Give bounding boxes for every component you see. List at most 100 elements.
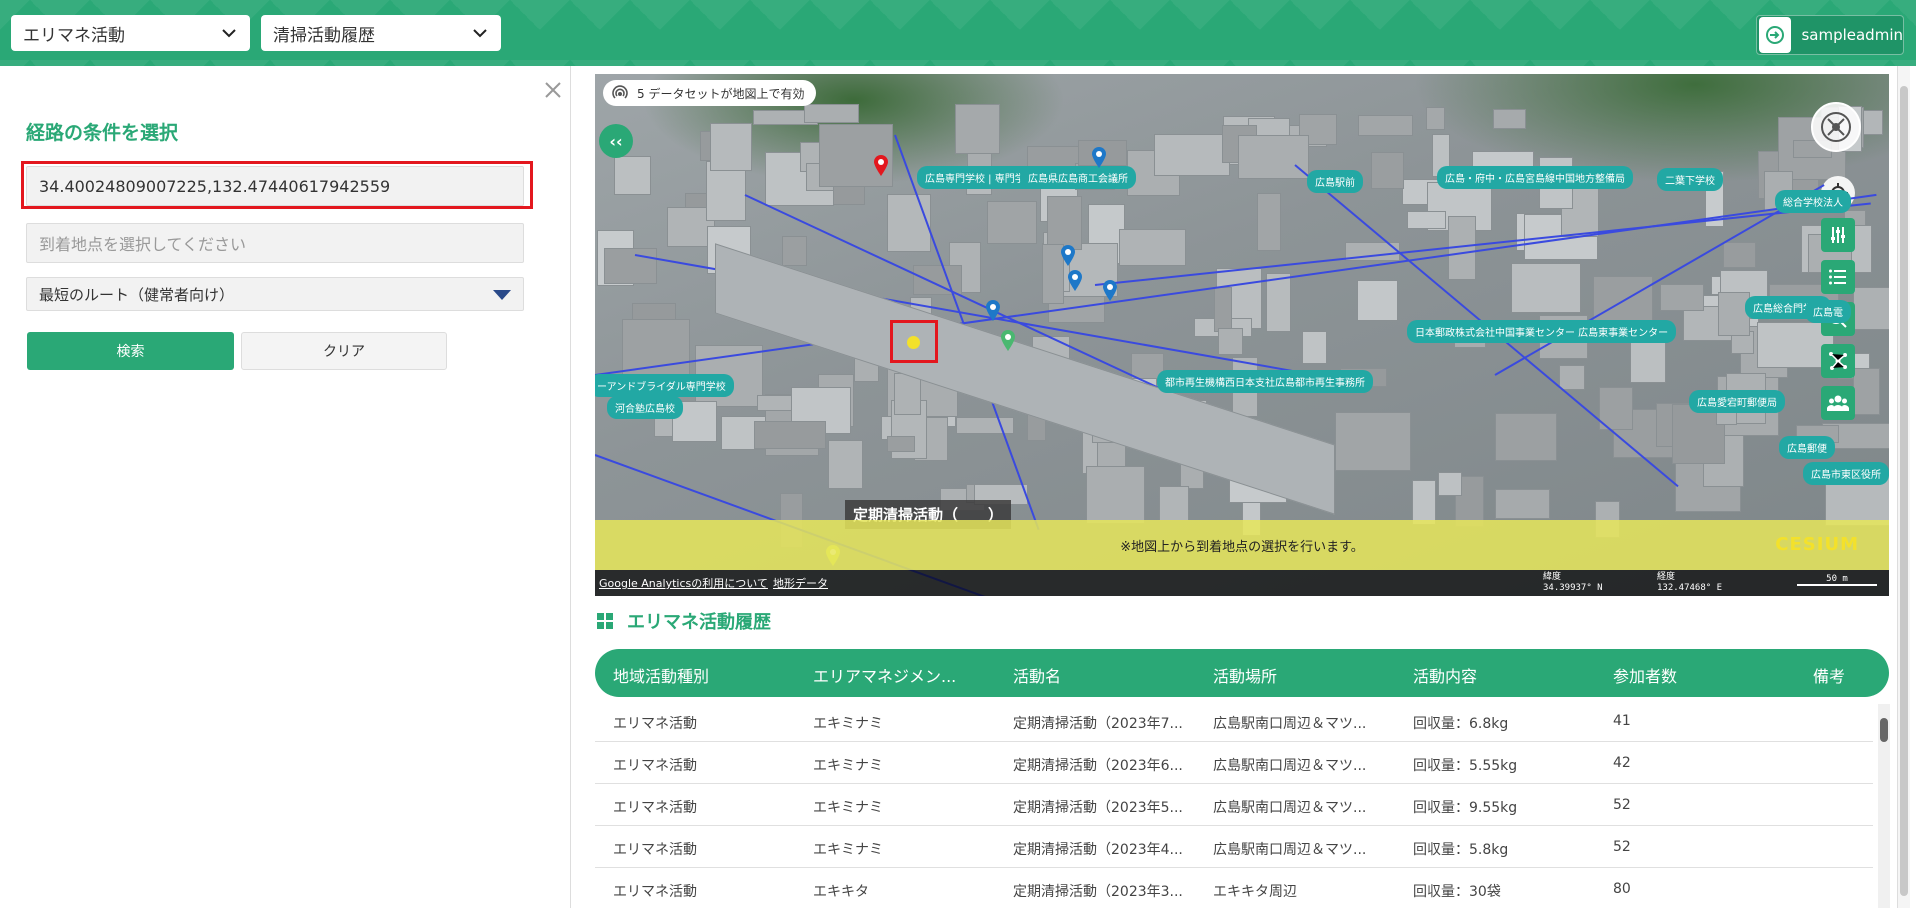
destination-input[interactable]: 到着地点を選択してください <box>26 223 524 263</box>
map-building <box>1659 284 1705 312</box>
compass-icon[interactable] <box>1811 102 1861 152</box>
column-header[interactable]: 活動場所 <box>1213 663 1277 687</box>
table-cell: エリマネ活動 <box>613 842 697 858</box>
map-place-label[interactable]: 河合塾広島校 <box>607 396 683 419</box>
map-place-label[interactable]: 広島愛宕町郵便局 <box>1689 390 1785 413</box>
table-cell: 52 <box>1613 797 1631 813</box>
layer-settings-button[interactable] <box>1821 218 1855 252</box>
table-cell: 回収量：6.8kg <box>1413 716 1509 732</box>
page-scrollbar[interactable] <box>1897 66 1910 908</box>
users-button[interactable] <box>1821 386 1855 420</box>
collapse-panel-button[interactable]: ‹‹ <box>599 124 633 158</box>
map-place-label[interactable]: 広島市東区役所 <box>1803 462 1889 485</box>
analytics-link[interactable]: Google Analyticsの利用について <box>599 575 768 591</box>
table-scrollbar[interactable] <box>1878 704 1890 908</box>
map-place-label[interactable]: 広島・府中・広島宮島線中国地方整備局 <box>1437 166 1633 189</box>
cesium-logo: CESIUM <box>1775 534 1859 555</box>
close-icon[interactable] <box>541 78 565 102</box>
map-place-label[interactable]: ーアンドブライダル専門学校 <box>595 374 734 397</box>
table-row[interactable]: エリマネ活動 エキキタ 定期清掃活動（2023年3... エキキタ周辺 回収量：30袋 8… <box>595 868 1873 908</box>
page-scrollbar-thumb[interactable] <box>1900 86 1908 896</box>
history-table-header: 地域活動種別 エリアマネジメン... 活動名 活動場所 活動内容 参加者数 備考 <box>595 649 1889 697</box>
table-cell: エリマネ活動 <box>613 758 697 774</box>
map-place-label[interactable]: 都市再生機構西日本支社広島都市再生事務所 <box>1157 370 1373 393</box>
table-scrollbar-thumb[interactable] <box>1880 718 1888 742</box>
origin-highlight-box <box>21 161 533 209</box>
route-type-select[interactable]: 最短のルート（健常者向け） <box>26 277 524 311</box>
terrain-link[interactable]: 地形データ <box>773 575 828 591</box>
map-building <box>1426 107 1446 131</box>
column-header[interactable]: 活動内容 <box>1413 663 1477 687</box>
user-menu-button[interactable]: sampleadmin <box>1756 15 1904 55</box>
map-building <box>613 155 652 196</box>
page-select[interactable]: 清掃活動履歴 <box>261 15 501 51</box>
app-header: エリマネ活動 清掃活動履歴 sampleadmin <box>0 0 1916 66</box>
map-building <box>1213 287 1232 333</box>
column-header[interactable]: 参加者数 <box>1613 663 1677 687</box>
map-building <box>1301 330 1328 365</box>
map-pin-icon[interactable] <box>873 154 889 176</box>
map-building <box>955 104 1001 155</box>
map-building <box>804 104 860 123</box>
map-building <box>1852 367 1881 416</box>
table-row[interactable]: エリマネ活動 エキミナミ 定期清掃活動（2023年4... 広島駅南口周辺＆マツ...… <box>595 826 1873 868</box>
table-cell: 定期清掃活動（2023年6... <box>1013 758 1183 774</box>
table-row[interactable]: エリマネ活動 エキミナミ 定期清掃活動（2023年6... 広島駅南口周辺＆マツ...… <box>595 742 1873 784</box>
map-building <box>1406 211 1447 230</box>
table-cell: エキキタ <box>813 884 869 900</box>
clear-button[interactable]: クリア <box>241 332 447 370</box>
users-icon <box>1827 395 1849 411</box>
network-button[interactable] <box>1821 344 1855 378</box>
dataset-badge[interactable]: 5 データセットが地図上で有効 <box>603 80 817 106</box>
table-row[interactable]: エリマネ活動 エキミナミ 定期清掃活動（2023年5... 広島駅南口周辺＆マツ...… <box>595 784 1873 826</box>
map-pin-icon[interactable] <box>1000 329 1016 351</box>
scale-bar: 50 m <box>1797 574 1877 586</box>
map-building <box>1510 262 1582 313</box>
map-place-label[interactable]: 広島県広島商工会議所 <box>1020 166 1136 189</box>
table-cell: 定期清掃活動（2023年3... <box>1013 884 1183 900</box>
map-pin-icon[interactable] <box>1060 244 1076 266</box>
map-place-label[interactable]: 広島電 <box>1805 300 1851 323</box>
table-cell: 回収量：5.8kg <box>1413 842 1509 858</box>
map-building <box>1438 471 1463 497</box>
column-header[interactable]: 活動名 <box>1013 663 1061 687</box>
map-place-label[interactable]: 総合学校法人 <box>1775 190 1851 213</box>
map-building <box>887 194 931 253</box>
map-building <box>987 201 1037 244</box>
dataset-badge-text: 5 データセットが地図上で有効 <box>637 86 805 101</box>
map-place-label[interactable]: 日本郵政株式会社中国事業センター 広島東事業センター <box>1407 320 1677 343</box>
map-pin-icon[interactable] <box>1067 269 1083 291</box>
map-view[interactable]: 5 データセットが地図上で有効 ‹‹ 広島専門学校 | 専門学校 広島県広島商工会… <box>595 74 1889 596</box>
column-header[interactable]: 地域活動種別 <box>613 663 709 687</box>
page-select-value: 清掃活動履歴 <box>273 25 375 46</box>
logout-icon <box>1759 17 1792 53</box>
table-cell: 回収量：5.55kg <box>1413 758 1518 774</box>
map-building <box>956 416 1014 435</box>
map-pin-icon[interactable] <box>985 299 1001 321</box>
table-cell: 広島駅南口周辺＆マツ... <box>1213 800 1367 816</box>
map-pin-icon[interactable] <box>1102 279 1118 301</box>
map-building <box>827 439 864 490</box>
table-row[interactable]: エリマネ活動 エキミナミ 定期清掃活動（2023年7... 広島駅南口周辺＆マツ...… <box>595 700 1873 742</box>
map-place-label[interactable]: 二葉下学校 <box>1657 168 1723 191</box>
table-cell: 定期清掃活動（2023年4... <box>1013 842 1183 858</box>
map-place-label[interactable]: 広島駅前 <box>1307 170 1363 193</box>
map-building <box>1723 241 1757 268</box>
user-name: sampleadmin <box>1801 26 1903 44</box>
map-building <box>1085 466 1145 524</box>
map-building <box>1046 196 1083 250</box>
map-building <box>1159 486 1189 522</box>
column-header[interactable]: エリアマネジメン... <box>813 663 956 687</box>
origin-marker-highlight <box>890 320 938 363</box>
search-button[interactable]: 検索 <box>27 332 234 370</box>
map-pin-icon[interactable] <box>1091 146 1107 168</box>
category-select[interactable]: エリマネ活動 <box>11 15 250 51</box>
column-header[interactable]: 備考 <box>1813 663 1845 687</box>
table-cell: エリマネ活動 <box>613 716 697 732</box>
map-place-label[interactable]: 広島郵便 <box>1779 436 1835 459</box>
map-building <box>1495 488 1550 520</box>
map-notice: ※地図上から到着地点の選択を行います。 <box>595 520 1889 570</box>
longitude-value: 132.47468° E <box>1657 583 1723 593</box>
list-button[interactable] <box>1821 260 1855 294</box>
table-cell: エキミナミ <box>813 758 883 774</box>
